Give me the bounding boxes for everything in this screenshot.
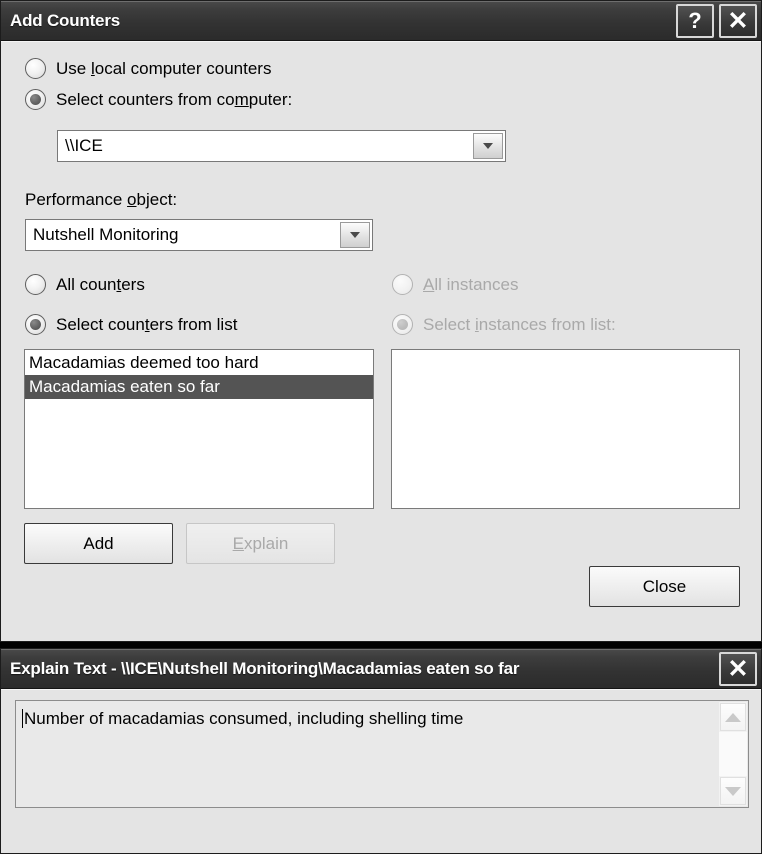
explain-text-titlebar[interactable]: Explain Text - \\ICE\Nutshell Monitoring… <box>1 649 761 689</box>
list-item[interactable]: Macadamias deemed too hard <box>25 351 373 375</box>
performance-object-combobox[interactable]: Nutshell Monitoring <box>25 219 373 251</box>
radio-select-counters-from-computer[interactable]: Select counters from computer: <box>25 89 292 110</box>
explain-text-title-buttons: ✕ <box>719 652 757 686</box>
radio-all-counters[interactable]: All counters <box>25 274 145 295</box>
help-icon[interactable]: ? <box>676 4 714 38</box>
radio-indicator-select-instances[interactable] <box>392 314 413 335</box>
add-counters-title-buttons: ? ✕ <box>676 4 757 38</box>
close-icon[interactable]: ✕ <box>719 4 757 38</box>
radio-all-instances[interactable]: All instances <box>392 274 518 295</box>
performance-object-value: Nutshell Monitoring <box>33 225 179 244</box>
explain-text-body: Number of macadamias consumed, including… <box>1 689 761 853</box>
add-button[interactable]: Add <box>24 523 173 564</box>
chevron-down-icon[interactable] <box>340 222 370 248</box>
radio-indicator-remote[interactable] <box>25 89 46 110</box>
radio-label-select-instances-from-list: Select instances from list: <box>423 314 616 334</box>
computer-name-combobox[interactable]: \\ICE <box>57 130 506 162</box>
instances-listbox[interactable] <box>391 349 740 509</box>
add-counters-title: Add Counters <box>10 10 120 30</box>
explain-text-window: Explain Text - \\ICE\Nutshell Monitoring… <box>0 648 762 854</box>
explain-text-content: Number of macadamias consumed, including… <box>22 709 464 728</box>
radio-label-select-from-computer: Select counters from computer: <box>56 89 293 109</box>
radio-indicator-all-instances[interactable] <box>392 274 413 295</box>
radio-label-select-counters-from-list: Select counters from list <box>56 314 238 334</box>
radio-indicator-select-counters[interactable] <box>25 314 46 335</box>
computer-name-value: \\ICE <box>65 136 103 155</box>
radio-label-all-instances: All instances <box>423 274 519 294</box>
radio-select-counters-from-list[interactable]: Select counters from list <box>25 314 237 335</box>
radio-label-all-counters: All counters <box>56 274 145 294</box>
radio-indicator-local[interactable] <box>25 58 46 79</box>
scroll-down-icon[interactable] <box>720 777 746 805</box>
explain-text-title: Explain Text - \\ICE\Nutshell Monitoring… <box>10 658 520 678</box>
add-counters-window: Add Counters ? ✕ Use local computer coun… <box>0 0 762 642</box>
add-counters-body: Use local computer counters Select count… <box>1 41 761 641</box>
list-item[interactable]: Macadamias eaten so far <box>25 375 373 399</box>
chevron-down-icon[interactable] <box>473 133 503 159</box>
radio-label-use-local: Use local computer counters <box>56 58 272 78</box>
explain-button-label: Explain <box>232 533 289 553</box>
radio-select-instances-from-list[interactable]: Select instances from list: <box>392 314 616 335</box>
close-icon[interactable]: ✕ <box>719 652 757 686</box>
explain-text-scrollbar[interactable] <box>719 702 747 806</box>
explain-button[interactable]: Explain <box>186 523 335 564</box>
text-caret <box>22 709 23 728</box>
explain-text-field[interactable]: Number of macadamias consumed, including… <box>15 700 749 808</box>
scroll-up-icon[interactable] <box>720 703 746 731</box>
scrollbar-track[interactable] <box>719 732 747 776</box>
radio-use-local-computer-counters[interactable]: Use local computer counters <box>25 58 271 79</box>
radio-indicator-all-counters[interactable] <box>25 274 46 295</box>
add-counters-titlebar[interactable]: Add Counters ? ✕ <box>1 1 761 41</box>
performance-object-label: Performance object: <box>25 190 178 209</box>
counters-listbox[interactable]: Macadamias deemed too hard Macadamias ea… <box>24 349 374 509</box>
close-button[interactable]: Close <box>589 566 740 607</box>
